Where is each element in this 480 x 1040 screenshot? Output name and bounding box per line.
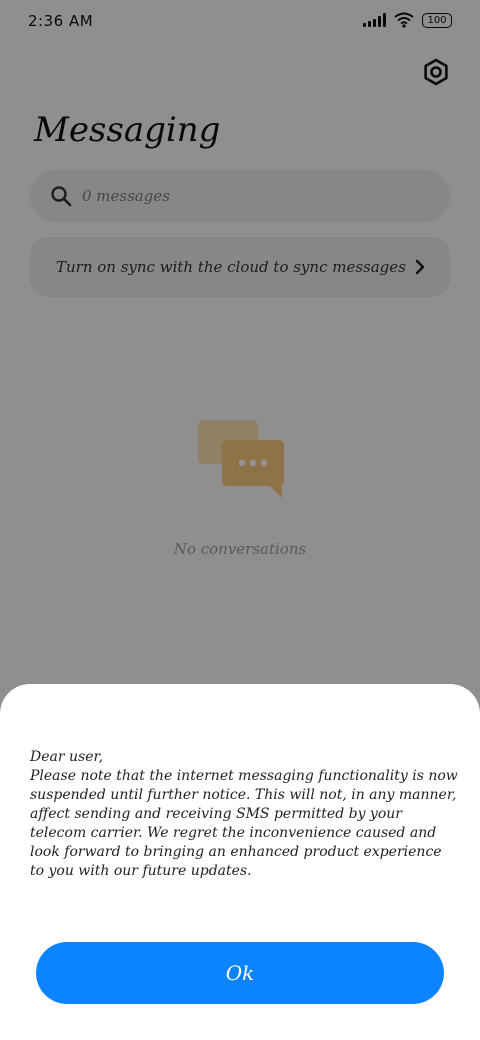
ok-button[interactable]: Ok <box>36 942 444 1004</box>
notice-body: Please note that the internet messaging … <box>30 768 458 879</box>
notice-dialog: Dear user, Please note that the internet… <box>0 684 480 1040</box>
notice-greeting: Dear user, <box>30 749 104 765</box>
